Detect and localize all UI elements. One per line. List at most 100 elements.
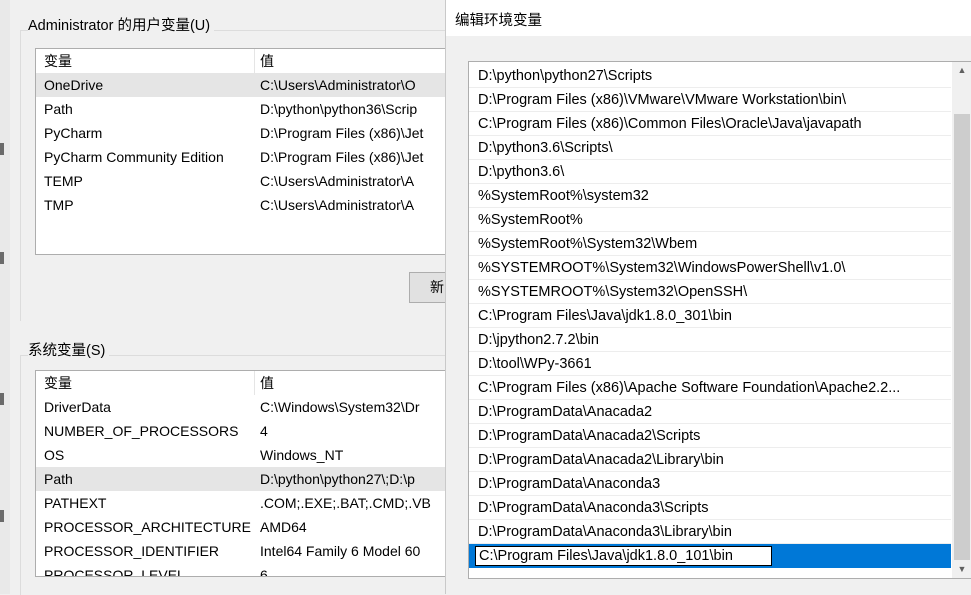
user-vars-list[interactable]: 变量 值 OneDrive C:\Users\Administrator\O Pa… <box>35 48 457 255</box>
var-name: PROCESSOR_IDENTIFIER <box>44 543 220 559</box>
list-item[interactable]: D:\ProgramData\Anaconda3 <box>469 472 951 496</box>
var-name: PyCharm Community Edition <box>44 149 224 165</box>
var-value: AMD64 <box>260 519 307 535</box>
table-row[interactable]: TMP C:\Users\Administrator\A <box>36 193 456 217</box>
vertical-scrollbar[interactable]: ▲ ▼ <box>952 62 971 578</box>
var-value: C:\Windows\System32\Dr <box>260 399 420 415</box>
path-entry: D:\jpython2.7.2\bin <box>478 332 599 348</box>
edge-marker <box>0 143 4 155</box>
scroll-down-arrow-icon[interactable]: ▼ <box>952 561 971 578</box>
edge-marker <box>0 252 4 264</box>
list-item-editing[interactable] <box>469 544 951 568</box>
var-value: .COM;.EXE;.BAT;.CMD;.VB <box>260 495 431 511</box>
list-item[interactable]: D:\jpython2.7.2\bin <box>469 328 951 352</box>
scroll-up-arrow-icon[interactable]: ▲ <box>952 62 971 79</box>
column-divider[interactable] <box>254 371 255 395</box>
list-item[interactable]: C:\Program Files (x86)\Common Files\Orac… <box>469 112 951 136</box>
path-entry: C:\Program Files (x86)\Apache Software F… <box>478 380 901 396</box>
list-item[interactable]: D:\Program Files (x86)\VMware\VMware Wor… <box>469 88 951 112</box>
path-entry: D:\python3.6\ <box>478 164 565 180</box>
path-edit-input[interactable] <box>475 546 772 566</box>
table-row[interactable]: Path D:\python\python27\;D:\p <box>36 467 456 491</box>
var-value: Windows_NT <box>260 447 344 463</box>
path-entry: C:\Program Files\Java\jdk1.8.0_301\bin <box>478 308 732 324</box>
var-value: 6 <box>260 567 268 577</box>
table-row[interactable]: PROCESSOR_IDENTIFIER Intel64 Family 6 Mod… <box>36 539 456 563</box>
list-item[interactable]: %SystemRoot%\system32 <box>469 184 951 208</box>
table-row[interactable]: PyCharm Community Edition D:\Program File… <box>36 145 456 169</box>
path-entry: D:\tool\WPy-3661 <box>478 356 592 372</box>
var-value: C:\Users\Administrator\O <box>260 77 416 93</box>
path-entry: %SystemRoot%\system32 <box>478 188 649 204</box>
var-name: OneDrive <box>44 77 104 93</box>
table-row[interactable]: PROCESSOR_LEVEL 6 <box>36 563 456 577</box>
list-header: 变量 值 <box>36 49 456 73</box>
column-divider[interactable] <box>254 49 255 73</box>
var-value: D:\python\python27\;D:\p <box>260 471 415 487</box>
path-entry: D:\Program Files (x86)\VMware\VMware Wor… <box>478 92 846 108</box>
edge-marker <box>0 510 4 522</box>
table-row[interactable]: Path D:\python\python36\Scrip <box>36 97 456 121</box>
path-entry: D:\ProgramData\Anacada2 <box>478 404 653 420</box>
list-item[interactable]: %SystemRoot%\System32\Wbem <box>469 232 951 256</box>
path-entry: D:\python3.6\Scripts\ <box>478 140 613 156</box>
table-row[interactable]: TEMP C:\Users\Administrator\A <box>36 169 456 193</box>
list-item[interactable]: D:\python\python27\Scripts <box>469 64 951 88</box>
var-name: Path <box>44 471 73 487</box>
path-entry: D:\ProgramData\Anaconda3\Library\bin <box>478 524 732 540</box>
path-entries-list[interactable]: D:\python\python27\Scripts D:\Program Fi… <box>468 61 971 579</box>
path-entry: D:\ProgramData\Anacada2\Scripts <box>478 428 701 444</box>
path-entry: D:\python\python27\Scripts <box>478 68 653 84</box>
list-item[interactable]: %SystemRoot% <box>469 208 951 232</box>
left-window-edge <box>0 0 10 594</box>
list-item[interactable]: D:\ProgramData\Anacada2\Library\bin <box>469 448 951 472</box>
var-name: PROCESSOR_ARCHITECTURE <box>44 519 251 535</box>
table-row[interactable]: PATHEXT .COM;.EXE;.BAT;.CMD;.VB <box>36 491 456 515</box>
scrollbar-thumb[interactable] <box>954 114 970 560</box>
list-header: 变量 值 <box>36 371 456 395</box>
var-value: C:\Users\Administrator\A <box>260 197 415 213</box>
list-item[interactable]: %SYSTEMROOT%\System32\OpenSSH\ <box>469 280 951 304</box>
system-vars-group-label: 系统变量(S) <box>28 339 110 360</box>
var-value: D:\Program Files (x86)\Jet <box>260 149 424 165</box>
var-name: TEMP <box>44 173 83 189</box>
var-name: DriverData <box>44 399 111 415</box>
column-header-name[interactable]: 变量 <box>44 371 72 395</box>
var-value: C:\Users\Administrator\A <box>260 173 415 189</box>
var-name: PATHEXT <box>44 495 107 511</box>
table-row[interactable]: OneDrive C:\Users\Administrator\O <box>36 73 456 97</box>
edit-env-var-dialog: 编辑环境变量 D:\python\python27\Scripts D:\Pro… <box>445 0 971 594</box>
table-row[interactable]: PyCharm D:\Program Files (x86)\Jet <box>36 121 456 145</box>
var-name: Path <box>44 101 73 117</box>
list-item[interactable]: D:\python3.6\Scripts\ <box>469 136 951 160</box>
table-row[interactable]: DriverData C:\Windows\System32\Dr <box>36 395 456 419</box>
path-entry: %SYSTEMROOT%\System32\WindowsPowerShell\… <box>478 260 846 276</box>
var-value: Intel64 Family 6 Model 60 <box>260 543 421 559</box>
var-name: NUMBER_OF_PROCESSORS <box>44 423 239 439</box>
var-name: PROCESSOR_LEVEL <box>44 567 185 577</box>
list-item[interactable]: D:\ProgramData\Anacada2\Scripts <box>469 424 951 448</box>
table-row[interactable]: NUMBER_OF_PROCESSORS 4 <box>36 419 456 443</box>
path-entry: C:\Program Files (x86)\Common Files\Orac… <box>478 116 862 132</box>
path-entry: D:\ProgramData\Anaconda3\Scripts <box>478 500 709 516</box>
list-item[interactable]: D:\tool\WPy-3661 <box>469 352 951 376</box>
list-item[interactable]: C:\Program Files\Java\jdk1.8.0_301\bin <box>469 304 951 328</box>
column-header-value[interactable]: 值 <box>260 49 274 73</box>
system-vars-list[interactable]: 变量 值 DriverData C:\Windows\System32\Dr NU… <box>35 370 457 577</box>
table-row[interactable]: PROCESSOR_ARCHITECTURE AMD64 <box>36 515 456 539</box>
table-row[interactable]: OS Windows_NT <box>36 443 456 467</box>
path-entry: D:\ProgramData\Anacada2\Library\bin <box>478 452 724 468</box>
list-item[interactable]: %SYSTEMROOT%\System32\WindowsPowerShell\… <box>469 256 951 280</box>
list-item[interactable]: D:\ProgramData\Anacada2 <box>469 400 951 424</box>
list-item[interactable]: D:\python3.6\ <box>469 160 951 184</box>
list-item[interactable]: D:\ProgramData\Anaconda3\Scripts <box>469 496 951 520</box>
list-item[interactable]: D:\ProgramData\Anaconda3\Library\bin <box>469 520 951 544</box>
var-name: PyCharm <box>44 125 103 141</box>
edge-marker <box>0 393 4 405</box>
dialog-title: 编辑环境变量 <box>455 13 542 29</box>
column-header-value[interactable]: 值 <box>260 371 274 395</box>
list-item[interactable]: C:\Program Files (x86)\Apache Software F… <box>469 376 951 400</box>
path-entry: D:\ProgramData\Anaconda3 <box>478 476 661 492</box>
column-header-name[interactable]: 变量 <box>44 49 72 73</box>
var-value: 4 <box>260 423 268 439</box>
